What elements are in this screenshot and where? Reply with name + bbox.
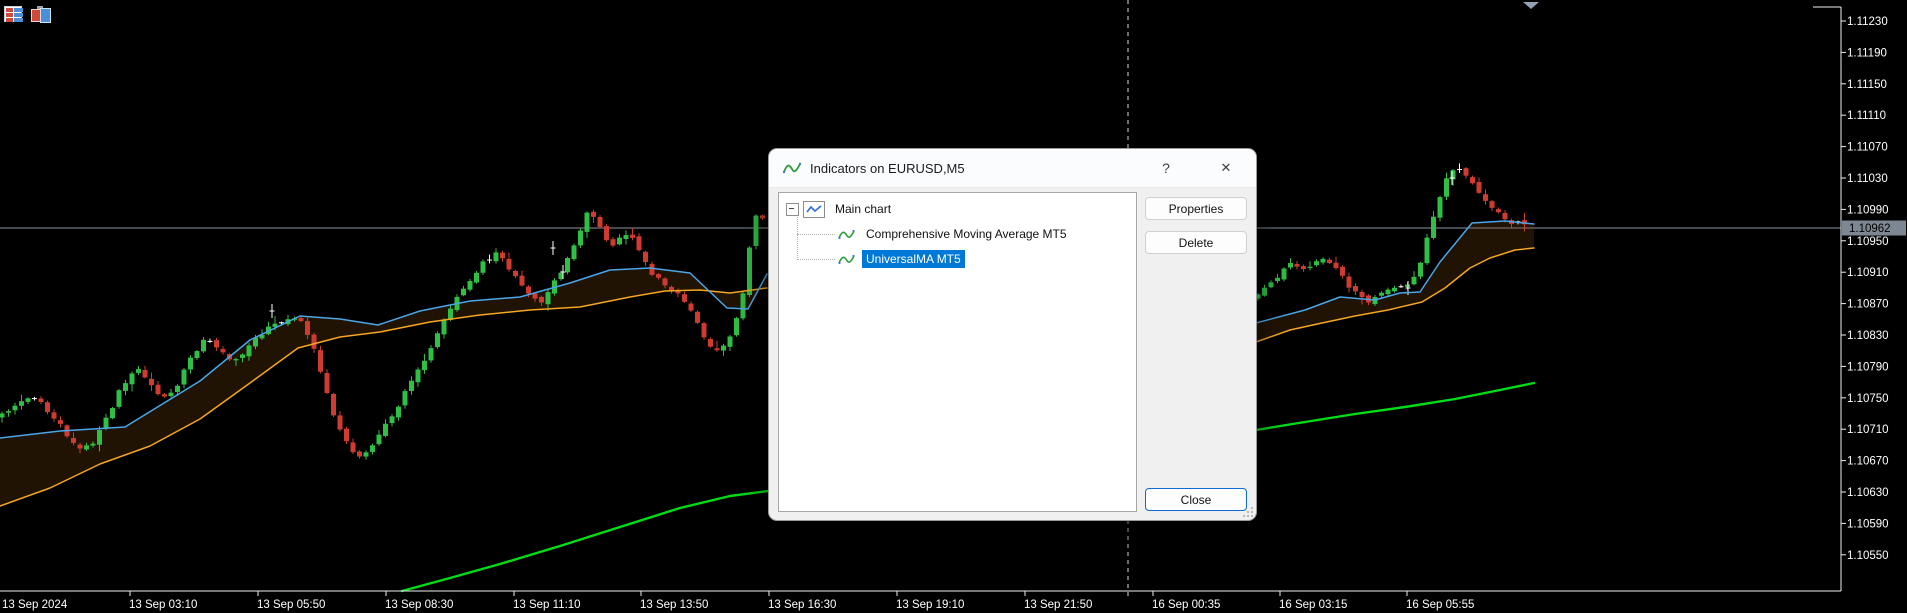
- price-axis-label: 1.11190: [1847, 47, 1887, 59]
- time-axis-label: 13 Sep 13:50: [640, 599, 708, 611]
- indicators-dialog: Indicators on EURUSD,M5 ? ✕ Main chart C…: [769, 149, 1256, 520]
- dialog-titlebar[interactable]: Indicators on EURUSD,M5 ? ✕: [769, 149, 1256, 188]
- tree-item-indicator[interactable]: UniversalMA MT5: [838, 248, 965, 270]
- time-axis-label: 13 Sep 08:30: [385, 599, 453, 611]
- time-axis-label: 13 Sep 19:10: [896, 599, 964, 611]
- tree-item-label[interactable]: Comprehensive Moving Average MT5: [862, 225, 1071, 243]
- dialog-title: Indicators on EURUSD,M5: [810, 160, 965, 176]
- time-axis-label: 13 Sep 2024: [2, 599, 68, 611]
- price-axis-label: 1.10910: [1847, 267, 1889, 279]
- price-axis-label: 1.10750: [1847, 393, 1889, 405]
- tree-item-indicator[interactable]: Comprehensive Moving Average MT5: [838, 223, 1071, 245]
- time-axis-label: 13 Sep 05:50: [257, 599, 325, 611]
- price-axis-label: 1.11030: [1847, 173, 1888, 185]
- price-axis-label: 1.11230: [1847, 16, 1888, 28]
- tree-item-main-chart[interactable]: Main chart: [786, 198, 895, 220]
- mt5-chart-window: 1.11230 1.11190 1.11150 1.11110 1.11070 1.110…: [0, 0, 1907, 613]
- indicator-icon: [838, 229, 855, 239]
- chart-toolbar: [4, 6, 51, 23]
- price-axis-label: 1.11070: [1847, 142, 1888, 154]
- close-icon[interactable]: ✕: [1209, 149, 1243, 187]
- indicator-icon: [782, 162, 802, 174]
- price-axis-label: 1.10630: [1847, 487, 1889, 499]
- tree-item-label[interactable]: UniversalMA MT5: [862, 250, 965, 268]
- price-axis-label: 1.11150: [1847, 79, 1887, 91]
- time-axis-label: 13 Sep 21:50: [1024, 599, 1092, 611]
- tree-connector: [797, 215, 799, 260]
- time-axis-label: 13 Sep 03:10: [129, 599, 197, 611]
- time-axis-label: 13 Sep 11:10: [513, 599, 581, 611]
- tree-item-label[interactable]: Main chart: [831, 200, 895, 218]
- time-axis-label: 16 Sep 05:55: [1406, 599, 1474, 611]
- tree-connector: [797, 259, 835, 260]
- current-price-value: 1.10962: [1849, 223, 1891, 235]
- time-axis-label: 16 Sep 00:35: [1152, 599, 1220, 611]
- time-axis-label: 16 Sep 03:15: [1279, 599, 1347, 611]
- price-axis-label: 1.10670: [1847, 456, 1889, 468]
- properties-button[interactable]: Properties: [1145, 197, 1247, 220]
- indicator-icon: [838, 254, 855, 264]
- price-axis-label: 1.10550: [1847, 550, 1889, 562]
- price-axis-label: 1.10950: [1847, 236, 1889, 248]
- price-axis-label: 1.10990: [1847, 204, 1889, 216]
- price-axis-label: 1.10710: [1847, 424, 1889, 436]
- collapse-icon[interactable]: [786, 202, 799, 216]
- price-axis-label: 1.11110: [1847, 110, 1886, 122]
- price-axis-label: 1.10830: [1847, 330, 1889, 342]
- indicator-tree: Main chart Comprehensive Moving Average …: [778, 192, 1137, 512]
- close-button[interactable]: Close: [1145, 488, 1247, 511]
- market-watch-icon[interactable]: [4, 6, 23, 22]
- delete-button[interactable]: Delete: [1145, 231, 1247, 254]
- price-axis-label: 1.10790: [1847, 361, 1889, 373]
- main-chart-icon: [803, 200, 825, 218]
- resize-grip[interactable]: [1243, 507, 1253, 517]
- time-axis-label: 13 Sep 16:30: [768, 599, 836, 611]
- price-axis-label: 1.10870: [1847, 299, 1889, 311]
- price-axis-label: 1.10590: [1847, 518, 1889, 530]
- tile-windows-icon[interactable]: [31, 6, 51, 23]
- help-button[interactable]: ?: [1149, 149, 1183, 187]
- tree-connector: [797, 234, 835, 235]
